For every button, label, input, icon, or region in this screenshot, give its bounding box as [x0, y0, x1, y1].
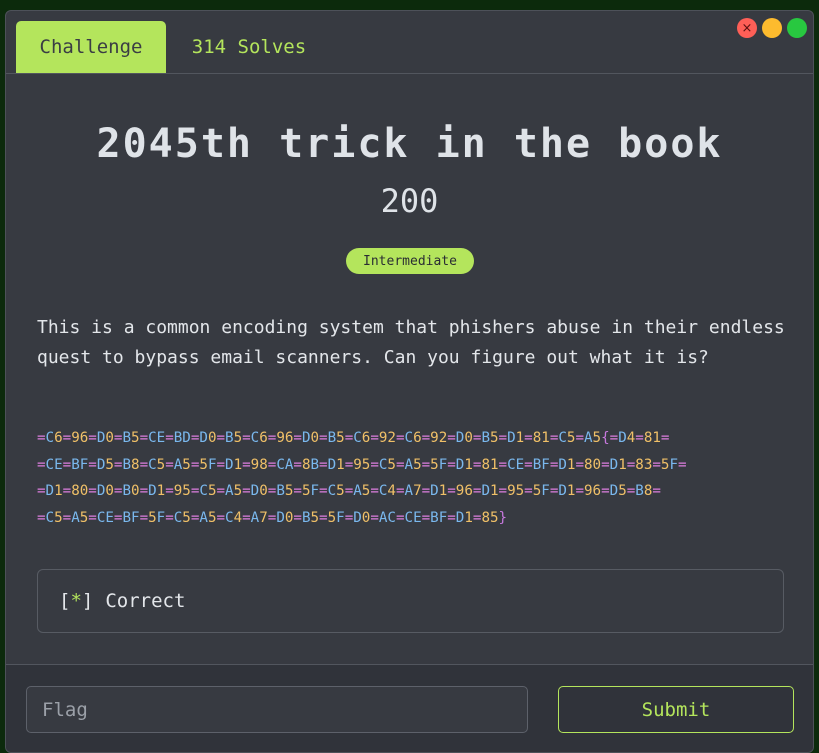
- challenge-title: 2045th trick in the book: [96, 121, 723, 167]
- minimize-icon[interactable]: [762, 18, 782, 38]
- result-star: *: [70, 590, 82, 612]
- encoded-line: =CE=BF=D5=B8=C5=A5=5F=D1=98=CA=8B=D1=95=…: [37, 456, 687, 473]
- maximize-icon[interactable]: [787, 18, 807, 38]
- challenge-points: 200: [380, 182, 439, 220]
- tab-challenge[interactable]: Challenge: [16, 21, 166, 73]
- challenge-description: This is a common encoding system that ph…: [37, 317, 785, 368]
- result-text: Correct: [105, 590, 186, 612]
- tab-bar: Challenge 314 Solves: [6, 11, 813, 74]
- close-icon[interactable]: ×: [737, 18, 757, 38]
- flag-input[interactable]: [26, 686, 528, 733]
- submit-button[interactable]: Submit: [558, 686, 794, 733]
- tab-solves[interactable]: 314 Solves: [179, 21, 319, 73]
- submission-footer: Submit: [6, 664, 813, 752]
- difficulty-badge: Intermediate: [346, 248, 474, 274]
- encoded-line: =C5=A5=CE=BF=5F=C5=A5=C4=A7=D0=B5=5F=D0=…: [37, 509, 508, 526]
- encoded-text: =C6=96=D0=B5=CE=BD=D0=B5=C6=96=D0=B5=C6=…: [37, 425, 797, 531]
- result-message: [*] Correct: [37, 569, 784, 633]
- encoded-line: =C6=96=D0=B5=CE=BD=D0=B5=C6=96=D0=B5=C6=…: [37, 430, 670, 446]
- result-bracket-close: ]: [81, 590, 94, 612]
- encoded-line: =D1=80=D0=B0=D1=95=C5=A5=D0=B5=5F=C5=A5=…: [37, 483, 661, 499]
- result-bracket-open: [: [59, 590, 71, 612]
- window-controls: ×: [737, 18, 807, 38]
- challenge-modal: Challenge 314 Solves × 2045th trick in t…: [5, 10, 814, 753]
